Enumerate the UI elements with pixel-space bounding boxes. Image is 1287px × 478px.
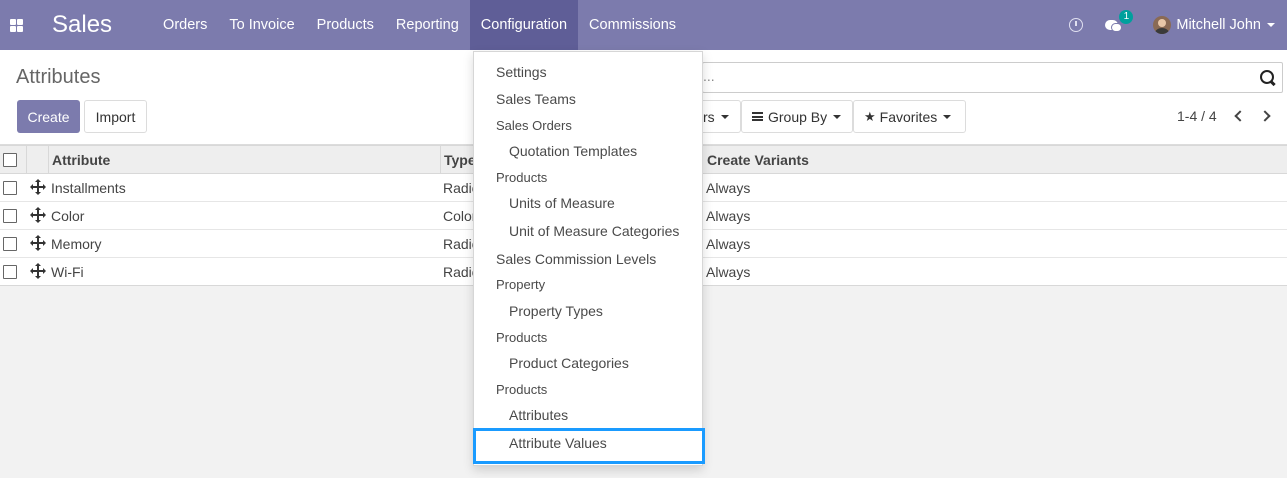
favorites-button[interactable]: ★ Favorites: [853, 100, 966, 133]
header-create-variants[interactable]: Create Variants: [707, 152, 809, 168]
navbar-systray: 1 Mitchell John: [1069, 0, 1287, 50]
create-button[interactable]: Create: [17, 100, 80, 133]
search-placeholder: ...: [703, 68, 715, 84]
select-all-checkbox[interactable]: [3, 153, 17, 167]
menu-item-settings[interactable]: Settings: [496, 64, 547, 80]
attribute-values-highlight: [473, 428, 705, 464]
filters-label: rs: [703, 108, 715, 125]
column-divider: [440, 146, 441, 174]
drag-handle-icon[interactable]: [30, 179, 46, 195]
menu-configuration[interactable]: Configuration: [469, 0, 579, 50]
cell-attribute: Installments: [51, 180, 126, 196]
menu-section-products: Products: [496, 170, 548, 185]
row-checkbox[interactable]: [3, 237, 17, 251]
caret-down-icon: [1267, 23, 1275, 27]
activity-clock-icon[interactable]: [1069, 18, 1084, 32]
menu-item-sales-commission-levels[interactable]: Sales Commission Levels: [496, 251, 656, 267]
cell-type: Color: [443, 208, 477, 224]
cell-create-variants: Always: [706, 236, 751, 252]
menu-item-product-categories[interactable]: Product Categories: [509, 355, 629, 371]
user-name: Mitchell John: [1176, 17, 1261, 33]
import-button[interactable]: Import: [84, 100, 147, 133]
cell-create-variants: Always: [706, 208, 751, 224]
menu-item-property-types[interactable]: Property Types: [509, 303, 603, 319]
menu-section-property: Property: [496, 277, 546, 292]
menu-products[interactable]: Products: [306, 0, 385, 50]
menu-item-units-of-measure[interactable]: Units of Measure: [509, 195, 615, 211]
messages-icon[interactable]: 1: [1105, 10, 1134, 32]
menu-item-uom-categories[interactable]: Unit of Measure Categories: [509, 223, 679, 239]
page-title: Attributes: [16, 66, 101, 88]
menu-reporting[interactable]: Reporting: [385, 0, 470, 50]
search-icon[interactable]: [1260, 70, 1276, 86]
caret-down-icon: [833, 114, 842, 119]
caret-down-icon: [943, 114, 952, 119]
cell-attribute: Memory: [51, 236, 102, 252]
row-checkbox[interactable]: [3, 265, 17, 279]
messages-badge: 1: [1119, 10, 1134, 24]
top-navbar: Sales Orders To Invoice Products Reporti…: [0, 0, 1287, 50]
cell-create-variants: Always: [706, 180, 751, 196]
bars-icon: [752, 112, 763, 121]
menu-section-products: Products: [496, 382, 548, 397]
drag-handle-icon[interactable]: [30, 263, 46, 279]
menu-item-quotation-templates[interactable]: Quotation Templates: [509, 143, 637, 159]
menu-item-attributes[interactable]: Attributes: [509, 407, 568, 423]
header-type[interactable]: Type: [444, 152, 476, 168]
chevron-right-icon[interactable]: [1259, 109, 1272, 123]
search-input[interactable]: ...: [702, 62, 1283, 93]
avatar: [1153, 16, 1172, 34]
drag-handle-icon[interactable]: [30, 207, 46, 223]
column-divider: [26, 146, 27, 174]
configuration-dropdown-menu: Settings Sales Teams Sales Orders Quotat…: [473, 51, 703, 466]
app-brand[interactable]: Sales: [52, 11, 112, 39]
menu-commissions[interactable]: Commissions: [578, 0, 687, 50]
group-by-button[interactable]: Group By: [741, 100, 853, 133]
cell-attribute: Color: [51, 208, 85, 224]
favorites-label: Favorites: [879, 108, 938, 125]
user-menu[interactable]: Mitchell John: [1153, 16, 1275, 34]
pager-value[interactable]: 1-4 / 4: [1177, 108, 1217, 124]
apps-menu-icon[interactable]: [0, 0, 32, 50]
cell-create-variants: Always: [706, 264, 751, 280]
menu-section-sales-orders: Sales Orders: [496, 118, 572, 133]
row-checkbox[interactable]: [3, 181, 17, 195]
menu-section-products: Products: [496, 330, 548, 345]
menu-to-invoice[interactable]: To Invoice: [218, 0, 305, 50]
cell-attribute: Wi-Fi: [51, 264, 84, 280]
chevron-left-icon[interactable]: [1233, 109, 1246, 123]
menu-orders[interactable]: Orders: [152, 0, 218, 50]
caret-down-icon: [720, 114, 729, 119]
column-divider: [48, 146, 49, 174]
row-checkbox[interactable]: [3, 209, 17, 223]
menu-item-sales-teams[interactable]: Sales Teams: [496, 91, 576, 107]
group-by-label: Group By: [768, 108, 828, 125]
header-attribute[interactable]: Attribute: [52, 152, 110, 168]
star-icon: ★: [864, 108, 876, 124]
drag-handle-icon[interactable]: [30, 235, 46, 251]
